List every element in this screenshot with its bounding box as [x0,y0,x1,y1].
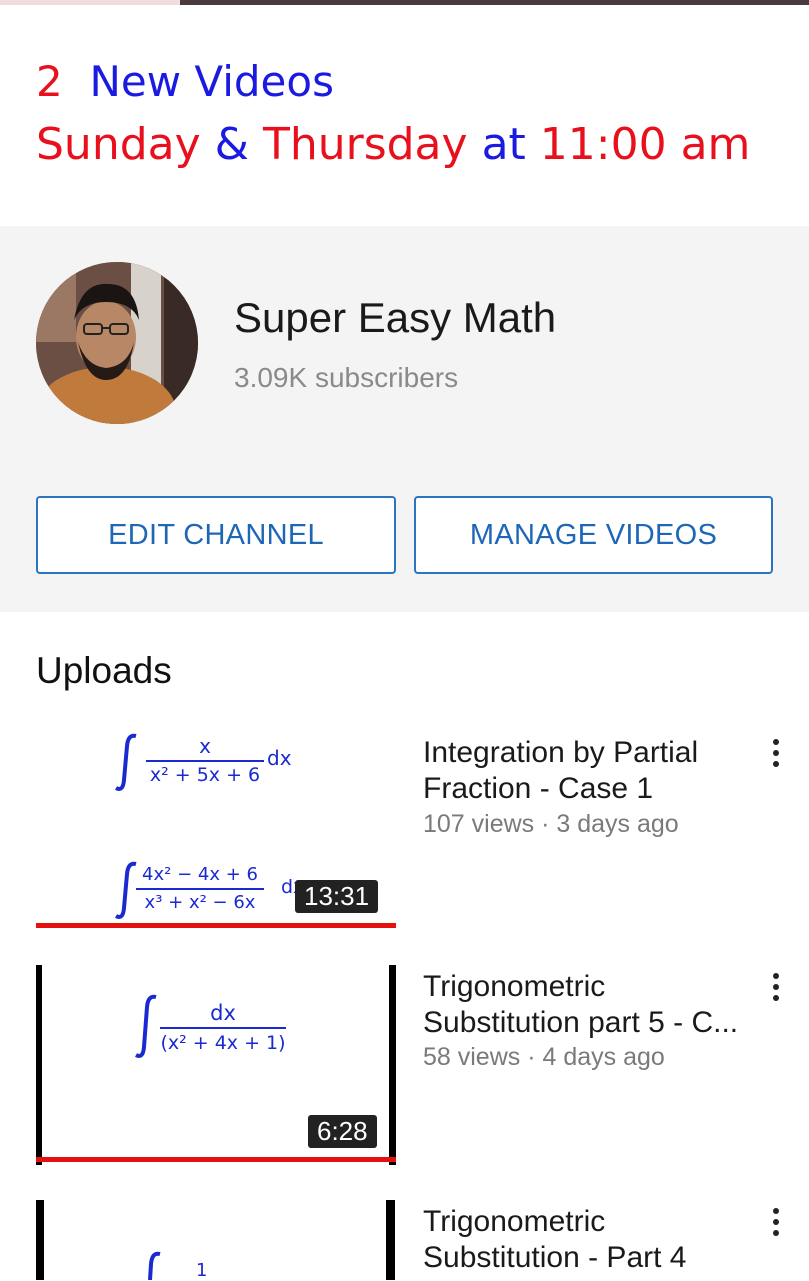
pillarbox-right [389,965,396,1165]
fraction-bar [160,1027,286,1029]
fraction-bar [136,888,264,890]
video-thumbnail[interactable]: dx (x² + 4x + 1) 6:28 [36,965,396,1165]
banner-line-1: 2 New Videos [36,57,334,106]
video-title-line-2: Substitution - Part 4 [423,1241,687,1274]
watch-progress-bar [36,1157,396,1162]
fraction-bar [146,760,264,762]
thumb-eq1-denominator: x² + 5x + 6 [149,764,261,786]
video-duration: 13:31 [295,880,379,913]
video-title-line-2: Substitution part 5 - C... [423,1006,739,1039]
subscriber-count: 3.09K subscribers [234,362,459,393]
video-title[interactable]: Trigonometric Substitution - Part 4 [423,1204,753,1276]
banner-ampersand: & [214,119,249,170]
edit-channel-button[interactable]: EDIT CHANNEL [36,496,396,574]
thumb-eq2-numerator: 4x² − 4x + 6 [142,864,258,885]
video-title[interactable]: Integration by Partial Fraction - Case 1 [423,735,753,807]
video-meta: 58 views · 4 days ago [423,1043,665,1071]
video-meta: 107 views · 3 days ago [423,810,679,838]
banner-at: at [481,119,526,170]
pillarbox-left [36,1200,44,1280]
thumb-eq1-numerator: x [199,734,211,758]
more-vert-icon[interactable] [764,969,788,1005]
pillarbox-right [386,1200,395,1280]
integral-symbol [115,733,137,791]
banner-day-2: Thursday [262,119,468,170]
more-vert-icon[interactable] [764,1204,788,1240]
video-title-line-1: Trigonometric [423,970,606,1003]
video-duration: 6:28 [308,1115,377,1148]
watch-progress-bar [36,923,396,928]
video-title-line-1: Trigonometric [423,1205,606,1238]
banner-new-videos: New Videos [89,57,334,106]
channel-header: Super Easy Math 3.09K subscribers EDIT C… [0,226,809,612]
channel-banner: 2 New Videos Sunday & Thursday at 11:00 … [0,5,809,226]
channel-name: Super Easy Math [234,294,557,341]
thumb-eq2-denominator: x³ + x² − 6x [144,892,256,913]
banner-line-2: Sunday & Thursday at 11:00 am [36,119,750,170]
banner-day-1: Sunday [36,119,201,170]
manage-videos-button[interactable]: MANAGE VIDEOS [414,496,773,574]
integral-symbol [148,1251,161,1280]
thumb-eq1-numerator: dx [210,1001,236,1025]
banner-time: 11:00 am [539,119,751,170]
avatar-image [36,262,198,424]
thumb-dx: dx [267,746,292,770]
video-thumbnail[interactable]: 1 [36,1200,396,1281]
banner-number: 2 [36,57,63,106]
pillarbox-left [36,965,42,1165]
video-title[interactable]: Trigonometric Substitution part 5 - C... [423,969,753,1041]
more-vert-icon[interactable] [764,735,788,771]
thumb-eq1-numerator: 1 [196,1260,208,1281]
video-thumbnail[interactable]: x x² + 5x + 6 dx 4x² − 4x + 6 x³ + x² − … [36,720,396,930]
video-title-line-1: Integration by Partial [423,736,699,769]
video-title-line-2: Fraction - Case 1 [423,772,654,805]
thumb-eq1-denominator: (x² + 4x + 1) [160,1032,286,1054]
uploads-heading: Uploads [36,650,172,691]
channel-avatar[interactable] [36,262,198,424]
